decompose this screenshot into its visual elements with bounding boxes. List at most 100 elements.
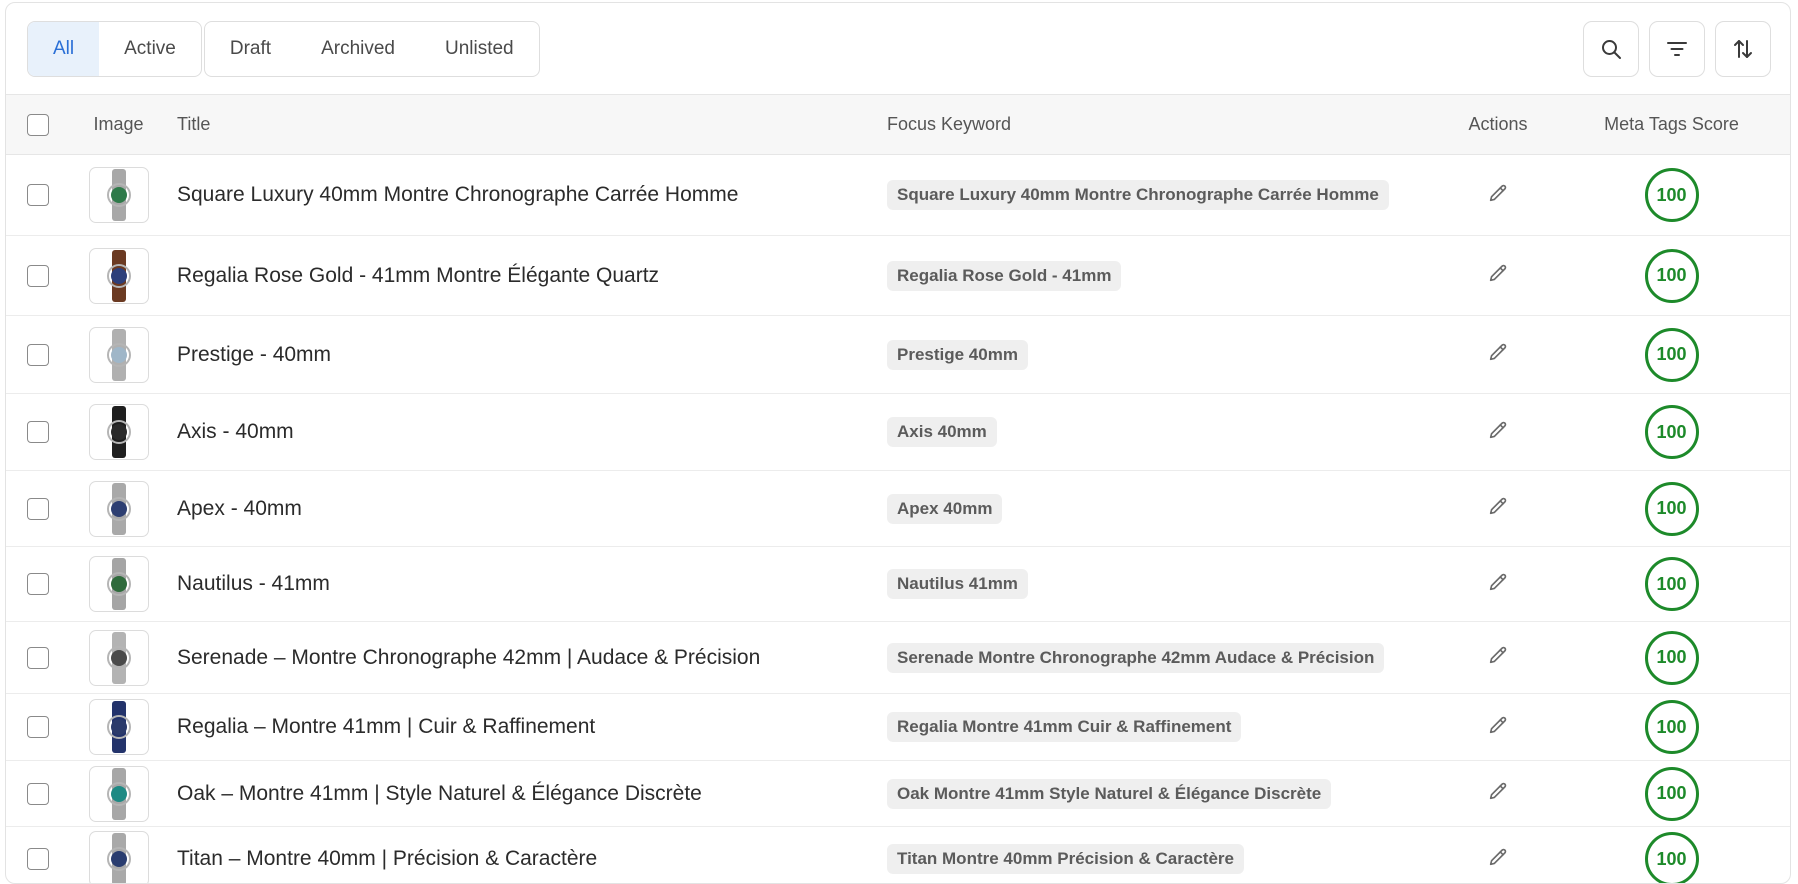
row-checkbox[interactable] (27, 497, 49, 520)
product-thumbnail[interactable] (88, 699, 149, 755)
product-title[interactable]: Nautilus - 41mm (177, 572, 330, 595)
toolbar: All Active Draft Archived Unlisted (6, 3, 1790, 95)
watch-image (104, 701, 134, 753)
row-keyword-cell: Axis 40mm (877, 417, 1443, 447)
table-row[interactable]: Apex - 40mm Apex 40mm 100 (6, 471, 1790, 547)
row-image-cell (70, 247, 167, 304)
product-title[interactable]: Regalia Rose Gold - 41mm Montre Élégante… (177, 264, 659, 287)
product-thumbnail[interactable] (88, 167, 149, 223)
table-row[interactable]: Square Luxury 40mm Montre Chronographe C… (6, 155, 1790, 236)
search-button[interactable] (1583, 20, 1639, 77)
pencil-icon (1489, 497, 1507, 515)
table-row[interactable]: Titan – Montre 40mm | Précision & Caract… (6, 827, 1790, 883)
product-title[interactable]: Prestige - 40mm (177, 343, 331, 366)
tab-all[interactable]: All (28, 21, 100, 76)
sort-button[interactable] (1715, 20, 1771, 77)
focus-keyword-chip: Square Luxury 40mm Montre Chronographe C… (887, 180, 1389, 210)
edit-button[interactable] (1487, 341, 1509, 368)
row-score-cell: 100 (1553, 405, 1790, 459)
product-thumbnail[interactable] (88, 247, 149, 304)
row-title-cell: Square Luxury 40mm Montre Chronographe C… (167, 183, 877, 207)
product-title[interactable]: Regalia – Montre 41mm | Cuir & Raffineme… (177, 715, 595, 738)
tab-unlisted[interactable]: Unlisted (420, 22, 539, 76)
row-check-cell (6, 573, 70, 595)
meta-score-badge: 100 (1644, 481, 1699, 536)
focus-keyword-chip: Apex 40mm (887, 493, 1003, 524)
product-title[interactable]: Square Luxury 40mm Montre Chronographe C… (177, 183, 738, 206)
edit-button[interactable] (1487, 571, 1509, 598)
product-title[interactable]: Serenade – Montre Chronographe 42mm | Au… (177, 646, 760, 669)
pencil-icon (1489, 343, 1507, 361)
table-row[interactable]: Regalia Rose Gold - 41mm Montre Élégante… (6, 236, 1790, 316)
product-title[interactable]: Axis - 40mm (177, 420, 294, 443)
product-thumbnail[interactable] (88, 326, 149, 383)
product-thumbnail[interactable] (88, 765, 149, 822)
watch-dial (110, 187, 127, 203)
product-thumbnail[interactable] (88, 404, 149, 460)
tab-draft[interactable]: Draft (205, 22, 296, 76)
watch-dial (110, 500, 127, 517)
select-all-checkbox[interactable] (27, 113, 49, 136)
row-checkbox[interactable] (27, 184, 49, 206)
edit-button[interactable] (1487, 846, 1509, 873)
row-check-cell (6, 782, 70, 805)
tab-group-primary: All Active (27, 20, 202, 77)
row-checkbox[interactable] (27, 264, 49, 287)
table-row[interactable]: Axis - 40mm Axis 40mm 100 (6, 394, 1790, 471)
table-row[interactable]: Oak – Montre 41mm | Style Naturel & Élég… (6, 761, 1790, 827)
product-thumbnail[interactable] (88, 480, 149, 537)
row-actions-cell (1443, 262, 1553, 289)
edit-button[interactable] (1487, 714, 1509, 741)
edit-button[interactable] (1487, 182, 1509, 209)
column-header-image: Image (93, 114, 144, 134)
filter-button[interactable] (1649, 20, 1705, 77)
tab-active[interactable]: Active (99, 22, 201, 76)
meta-score-badge: 100 (1644, 405, 1699, 459)
row-checkbox[interactable] (27, 573, 49, 595)
tab-group-secondary: Draft Archived Unlisted (203, 20, 540, 77)
row-checkbox[interactable] (27, 782, 49, 805)
product-title[interactable]: Titan – Montre 40mm | Précision & Caract… (177, 847, 597, 870)
product-thumbnail[interactable] (88, 556, 149, 612)
edit-button[interactable] (1487, 495, 1509, 522)
product-thumbnail[interactable] (88, 831, 149, 883)
edit-button[interactable] (1487, 262, 1509, 289)
watch-image (104, 169, 134, 221)
watch-dial (110, 346, 127, 363)
row-check-cell (6, 343, 70, 366)
edit-button[interactable] (1487, 419, 1509, 446)
row-image-cell (70, 831, 167, 883)
row-title-cell: Axis - 40mm (167, 420, 877, 444)
row-title-cell: Prestige - 40mm (167, 343, 877, 367)
row-checkbox[interactable] (27, 716, 49, 738)
product-title[interactable]: Oak – Montre 41mm | Style Naturel & Élég… (177, 782, 702, 805)
row-check-cell (6, 264, 70, 287)
meta-score-badge: 100 (1644, 248, 1699, 303)
focus-keyword-chip: Prestige 40mm (887, 339, 1028, 370)
table-row[interactable]: Nautilus - 41mm Nautilus 41mm 100 (6, 547, 1790, 622)
table-row[interactable]: Prestige - 40mm Prestige 40mm 100 (6, 316, 1790, 394)
row-score-cell: 100 (1553, 557, 1790, 611)
table-row[interactable]: Serenade – Montre Chronographe 42mm | Au… (6, 622, 1790, 694)
row-check-cell (6, 497, 70, 520)
column-header-actions: Actions (1468, 114, 1528, 134)
table-header: Image Title Focus Keyword Actions Meta T… (6, 95, 1790, 155)
row-actions-cell (1443, 571, 1553, 598)
edit-button[interactable] (1487, 780, 1509, 807)
row-keyword-cell: Oak Montre 41mm Style Naturel & Élégance… (877, 778, 1443, 809)
watch-image (104, 249, 134, 302)
row-checkbox[interactable] (27, 343, 49, 366)
watch-image (104, 833, 134, 883)
product-thumbnail[interactable] (88, 629, 149, 686)
tab-archived[interactable]: Archived (296, 22, 420, 76)
table-row[interactable]: Regalia – Montre 41mm | Cuir & Raffineme… (6, 694, 1790, 761)
row-checkbox[interactable] (27, 848, 49, 870)
row-checkbox[interactable] (27, 421, 49, 443)
product-title[interactable]: Apex - 40mm (177, 497, 302, 520)
row-checkbox[interactable] (27, 646, 49, 669)
column-header-meta-score[interactable]: Meta Tags Score (1553, 114, 1790, 135)
pencil-icon (1489, 264, 1507, 282)
row-keyword-cell: Nautilus 41mm (877, 569, 1443, 599)
edit-button[interactable] (1487, 644, 1509, 671)
column-header-title[interactable]: Title (167, 114, 877, 135)
